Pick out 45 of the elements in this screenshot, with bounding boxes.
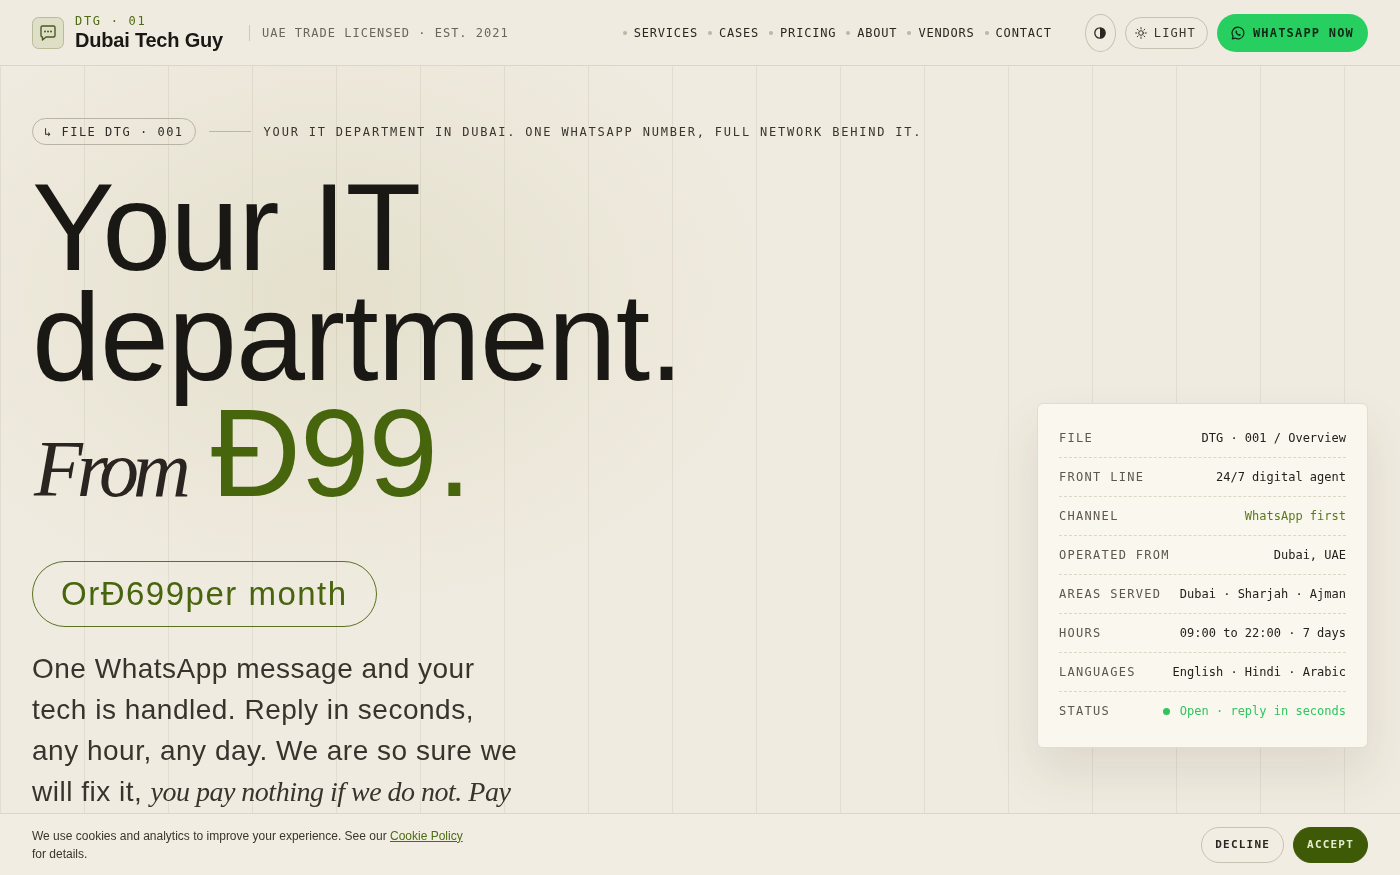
nav-link[interactable]: PRICING [780, 25, 837, 40]
bullet-icon [984, 30, 989, 35]
row-value: WhatsApp first [1244, 510, 1346, 523]
accept-button[interactable]: ACCEPT [1293, 826, 1368, 863]
row-label: OPERATED FROM [1059, 549, 1170, 562]
brand-code: DTG · 01 [75, 13, 148, 28]
nav-link[interactable]: SERVICES [633, 25, 698, 40]
cookie-notice: We use cookies and analytics to improve your experience. See our Cookie Policy for details. [32, 827, 464, 863]
bullet-icon [707, 30, 712, 35]
row-label: LANGUAGES [1059, 666, 1136, 679]
bullet-icon [907, 30, 912, 35]
row-label: AREAS SERVED [1059, 588, 1162, 601]
row-value: Dubai · Sharjah · Ajman [1179, 588, 1346, 601]
row-label: HOURS [1059, 627, 1102, 640]
license-text: UAE TRADE LICENSED · EST. 2021 [261, 25, 509, 40]
status-dot-icon [1162, 708, 1170, 715]
row-label: FILE [1059, 432, 1094, 445]
row-value: DTG · 001 / Overview [1201, 432, 1346, 445]
row-value: Dubai, UAE [1273, 549, 1346, 562]
row-value: English · Hindi · Arabic [1172, 666, 1346, 679]
bullet-icon [622, 30, 627, 35]
bullet-icon [846, 30, 851, 35]
whatsapp-button[interactable]: WHATSAPP NOW [1216, 13, 1368, 52]
bullet-icon [769, 30, 774, 35]
row-value: 09:00 to 22:00 · 7 days [1179, 627, 1346, 640]
nav-link[interactable]: ABOUT [857, 25, 898, 40]
description: One WhatsApp message and your tech is handled. Reply in seconds, any hour, any day. We are so sure we will fix it, you pay nothing if we do not. Pay [32, 652, 519, 809]
tagline: YOUR IT DEPARTMENT IN DUBAI. ONE WHATSAPP NUMBER, FULL NETWORK BEHIND IT. [263, 124, 923, 139]
sun-icon [1134, 26, 1147, 39]
chat-bubble-icon [32, 16, 64, 49]
brand-name: Dubai Tech Guy [75, 27, 223, 52]
row-label: CHANNEL [1059, 510, 1119, 523]
headline: Your IT department. [32, 172, 684, 408]
phone-bubble-icon [1230, 25, 1245, 40]
nav-link[interactable]: CASES [718, 25, 760, 40]
row-label: STATUS [1059, 705, 1111, 718]
nav-link[interactable]: VENDORS [918, 25, 975, 40]
nav-link[interactable]: CONTACT [995, 25, 1052, 40]
row-value: 24/7 digital agent [1215, 471, 1346, 484]
cookie-policy-link[interactable]: Cookie Policy [390, 828, 463, 843]
contrast-icon [1094, 26, 1107, 39]
price-lead: From [32, 439, 187, 499]
row-label: FRONT LINE [1059, 471, 1145, 484]
price: Đ99. [210, 408, 471, 498]
row-value: Open · reply in seconds [1179, 705, 1346, 718]
